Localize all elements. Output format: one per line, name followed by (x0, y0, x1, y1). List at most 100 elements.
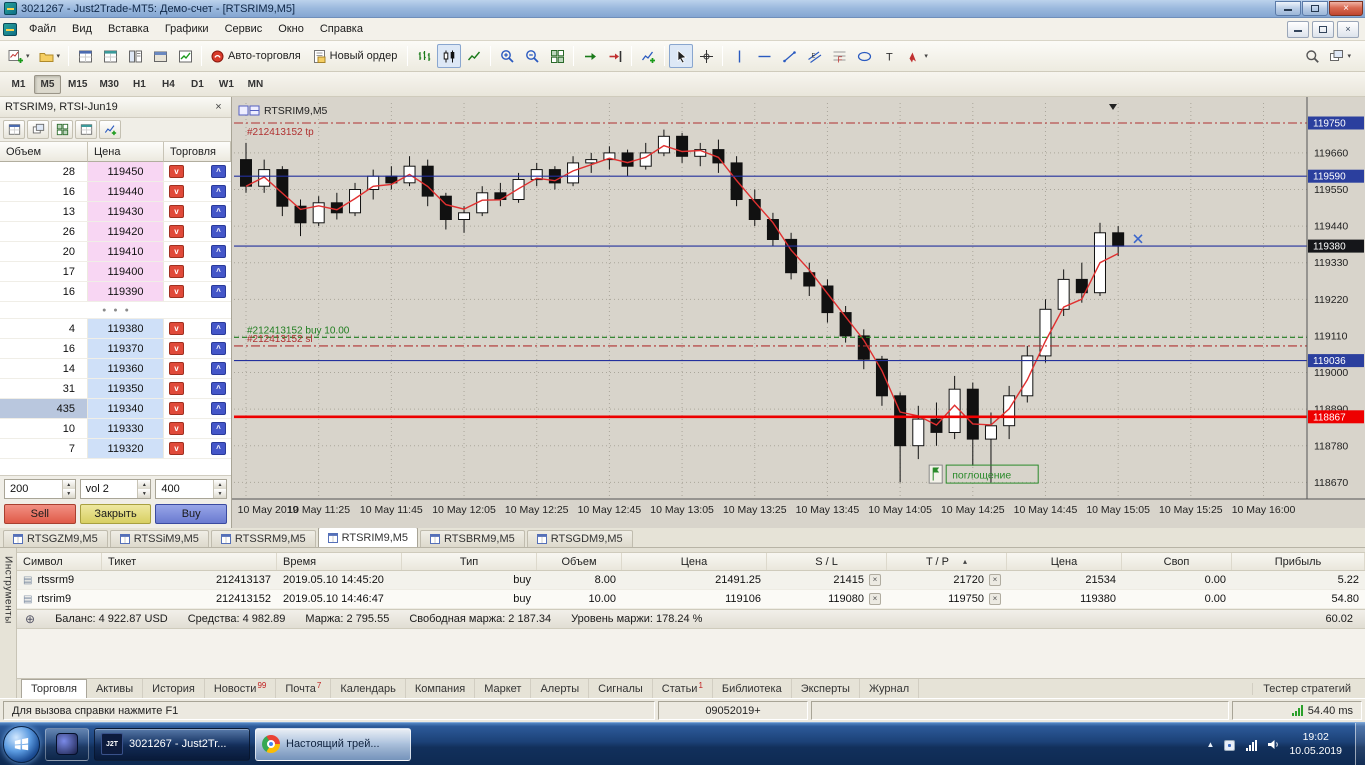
clear-level-icon[interactable]: × (869, 574, 881, 586)
market-watch-button[interactable] (73, 44, 97, 68)
trade-col-5[interactable]: Цена (622, 553, 767, 570)
quick-buy-button[interactable]: ^ (211, 285, 226, 298)
quick-buy-button[interactable]: ^ (211, 205, 226, 218)
close-position-button[interactable]: Закрыть (79, 504, 152, 524)
toolbox-tab-Эксперты[interactable]: Эксперты (792, 679, 860, 698)
quick-sell-button[interactable]: v (169, 322, 184, 335)
data-window-button[interactable] (98, 44, 122, 68)
quick-buy-button[interactable]: ^ (211, 382, 226, 395)
child-minimize-button[interactable] (1287, 20, 1309, 38)
trade-col-1[interactable]: Тикет (102, 553, 277, 570)
taskbar-window-j2t[interactable]: J2T 3021267 - Just2Tr... (94, 727, 250, 761)
quick-buy-button[interactable]: ^ (211, 442, 226, 455)
strategy-tester-button[interactable] (173, 44, 197, 68)
depth-price-cell[interactable]: 119370 (88, 339, 164, 358)
timeframe-H4[interactable]: H4 (155, 75, 182, 94)
dom-quotes-button[interactable] (3, 120, 25, 139)
depth-col-trade[interactable]: Торговля (164, 142, 231, 162)
search-button[interactable] (1300, 44, 1324, 68)
depth-price-cell[interactable]: 119360 (88, 359, 164, 378)
quick-sell-button[interactable]: v (169, 225, 184, 238)
toolbox-tab-Статьи[interactable]: Статьи 1 (653, 679, 713, 698)
sell-button[interactable]: Sell (4, 504, 76, 524)
quick-buy-button[interactable]: ^ (211, 245, 226, 258)
trendline-button[interactable] (777, 44, 801, 68)
menu-item-Графики[interactable]: Графики (157, 20, 217, 38)
show-desktop-button[interactable] (1355, 723, 1365, 765)
zoom-in-button[interactable] (495, 44, 519, 68)
minimize-button[interactable] (1275, 1, 1301, 16)
network-icon[interactable] (1245, 738, 1258, 751)
quick-sell-button[interactable]: v (169, 245, 184, 258)
chart-tab-RTSRIM9,M5[interactable]: RTSRIM9,M5 (317, 527, 419, 547)
price-chart[interactable]: 10 May 201910 May 11:25 10 May 11:45 10 Ma… (232, 97, 1365, 528)
clear-level-icon[interactable]: × (989, 593, 1001, 605)
trade-col-3[interactable]: Тип (402, 553, 537, 570)
depth-price-cell[interactable]: 119420 (88, 222, 164, 241)
toolbox-button[interactable] (148, 44, 172, 68)
stepper-down-icon[interactable]: ▼ (62, 489, 75, 498)
dom-spread-button[interactable] (51, 120, 73, 139)
timeframe-M5[interactable]: M5 (34, 74, 61, 94)
timeframe-MN[interactable]: MN (242, 75, 269, 94)
trade-col-0[interactable]: Символ (17, 553, 102, 570)
quick-buy-button[interactable]: ^ (211, 265, 226, 278)
quick-sell-button[interactable]: v (169, 402, 184, 415)
chart-tab-RTSSiM9,M5[interactable]: RTSSiM9,M5 (109, 530, 209, 547)
stepper-down-icon[interactable]: ▼ (138, 489, 151, 498)
equidistant-channel-button[interactable]: E (802, 44, 826, 68)
fibonacci-button[interactable]: F (827, 44, 851, 68)
toolbox-tab-Библиотека[interactable]: Библиотека (713, 679, 792, 698)
quick-sell-button[interactable]: v (169, 422, 184, 435)
cursor-button[interactable] (669, 44, 694, 68)
pinned-app-button[interactable] (45, 727, 89, 761)
quick-sell-button[interactable]: v (169, 165, 184, 178)
timeframe-M15[interactable]: M15 (63, 75, 92, 94)
window-list-button[interactable]: ▾ (1325, 44, 1355, 68)
volume-icon[interactable] (1267, 738, 1280, 751)
depth-price-cell[interactable]: 119380 (88, 319, 164, 338)
quick-buy-button[interactable]: ^ (211, 322, 226, 335)
quick-buy-button[interactable]: ^ (211, 185, 226, 198)
navigator-button[interactable] (123, 44, 147, 68)
tp-points-stepper[interactable]: 400 ▲ ▼ (155, 479, 228, 499)
quick-sell-button[interactable]: v (169, 205, 184, 218)
arrows-button[interactable]: ▾ (902, 44, 932, 68)
crosshair-button[interactable] (694, 44, 718, 68)
stepper-up-icon[interactable]: ▲ (138, 480, 151, 489)
quick-sell-button[interactable]: v (169, 285, 184, 298)
timeframe-D1[interactable]: D1 (184, 75, 211, 94)
depth-price-cell[interactable]: 119450 (88, 162, 164, 181)
child-close-button[interactable]: × (1337, 20, 1359, 38)
quick-buy-button[interactable]: ^ (211, 362, 226, 375)
toolbox-tab-Компания[interactable]: Компания (406, 679, 476, 698)
depth-col-volume[interactable]: Объем (0, 142, 88, 162)
menu-item-Окно[interactable]: Окно (270, 20, 312, 38)
depth-close-icon[interactable]: × (211, 101, 226, 113)
taskbar-clock[interactable]: 19:02 10.05.2019 (1289, 730, 1346, 758)
depth-price-cell[interactable]: 119400 (88, 262, 164, 281)
line-chart-button[interactable] (462, 44, 486, 68)
toolbox-tab-Торговля[interactable]: Торговля (21, 679, 87, 698)
strategy-tester-tab[interactable]: Тестер стратегий (1252, 682, 1361, 695)
new-order-button[interactable]: Новый ордер (308, 44, 404, 68)
summary-expand-icon[interactable]: ⊕ (25, 612, 35, 626)
quick-sell-button[interactable]: v (169, 185, 184, 198)
position-row[interactable]: ▤ rtssrm9 212413137 2019.05.10 14:45:20 buy 8… (17, 571, 1365, 590)
buy-button[interactable]: Buy (155, 504, 228, 524)
child-restore-button[interactable] (1312, 20, 1334, 38)
quick-buy-button[interactable]: ^ (211, 402, 226, 415)
toolbox-tab-Алерты[interactable]: Алерты (531, 679, 590, 698)
clear-level-icon[interactable]: × (869, 593, 881, 605)
start-button[interactable] (3, 725, 40, 763)
quick-buy-button[interactable]: ^ (211, 422, 226, 435)
shapes-button[interactable] (852, 44, 876, 68)
trade-col-10[interactable]: Прибыль (1232, 553, 1365, 570)
trade-col-8[interactable]: Цена (1007, 553, 1122, 570)
menu-item-Справка[interactable]: Справка (312, 20, 371, 38)
bars-chart-button[interactable] (412, 44, 436, 68)
depth-price-cell[interactable]: 119340 (88, 399, 164, 418)
vertical-line-button[interactable] (727, 44, 751, 68)
toolbox-tab-Активы[interactable]: Активы (87, 679, 144, 698)
quick-buy-button[interactable]: ^ (211, 342, 226, 355)
